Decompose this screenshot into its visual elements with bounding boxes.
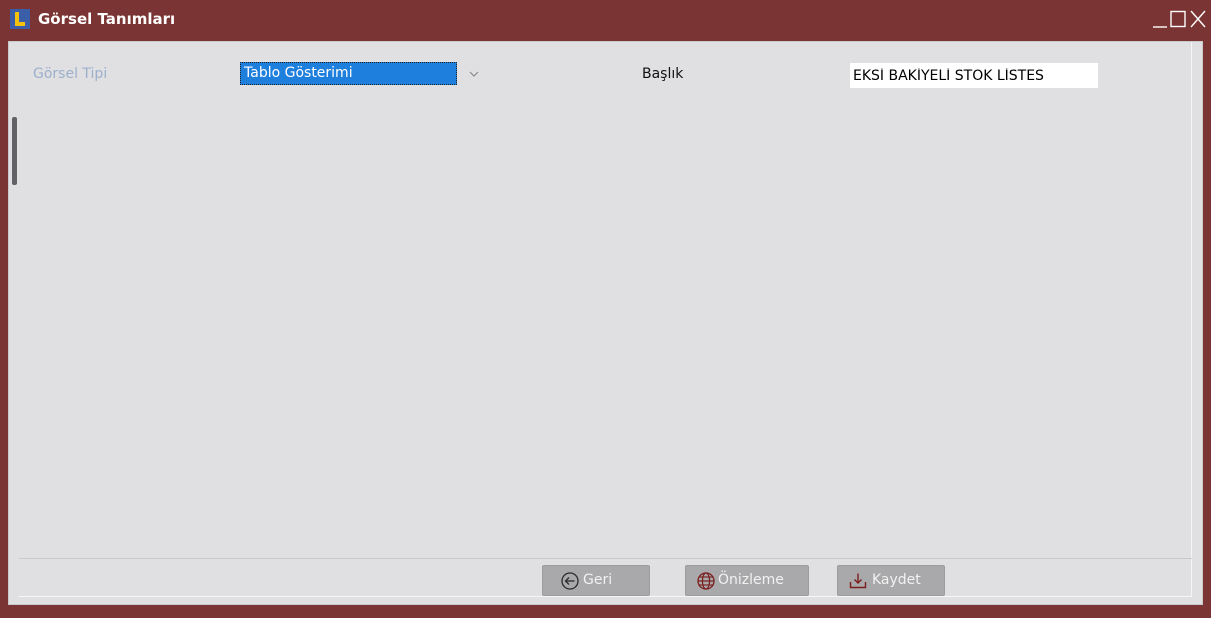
back-button[interactable]: Geri <box>542 565 650 596</box>
back-button-label: Geri <box>583 572 613 588</box>
close-icon[interactable] <box>1188 8 1208 30</box>
footer-divider <box>19 558 1192 559</box>
arrow-left-circle-icon <box>560 571 580 591</box>
save-button-label: Kaydet <box>872 572 921 588</box>
save-button[interactable]: Kaydet <box>837 565 945 596</box>
globe-icon <box>696 571 716 591</box>
visual-type-label: Görsel Tipi <box>33 66 108 82</box>
title-field[interactable] <box>850 63 1098 88</box>
chevron-down-icon[interactable] <box>467 67 481 81</box>
preview-button[interactable]: Önizleme <box>685 565 809 596</box>
title-label: Başlık <box>642 66 684 82</box>
maximize-icon[interactable] <box>1168 8 1188 30</box>
preview-button-label: Önizleme <box>718 572 784 588</box>
form-inner-frame <box>19 42 1192 597</box>
minimize-icon[interactable] <box>1150 8 1170 30</box>
window: Görsel Tanımları Görsel Tipi Tablo Göste… <box>0 0 1211 618</box>
window-title: Görsel Tanımları <box>38 10 176 28</box>
title-bar[interactable]: Görsel Tanımları <box>0 0 1211 38</box>
visual-type-value[interactable]: Tablo Gösterimi <box>240 62 457 85</box>
download-icon <box>848 571 868 591</box>
form-panel: Görsel Tipi Tablo Gösterimi Başlık Geri <box>8 41 1203 605</box>
side-drag-handle[interactable] <box>12 117 17 185</box>
visual-type-select[interactable]: Tablo Gösterimi <box>240 62 479 87</box>
app-logo-icon <box>10 9 30 29</box>
